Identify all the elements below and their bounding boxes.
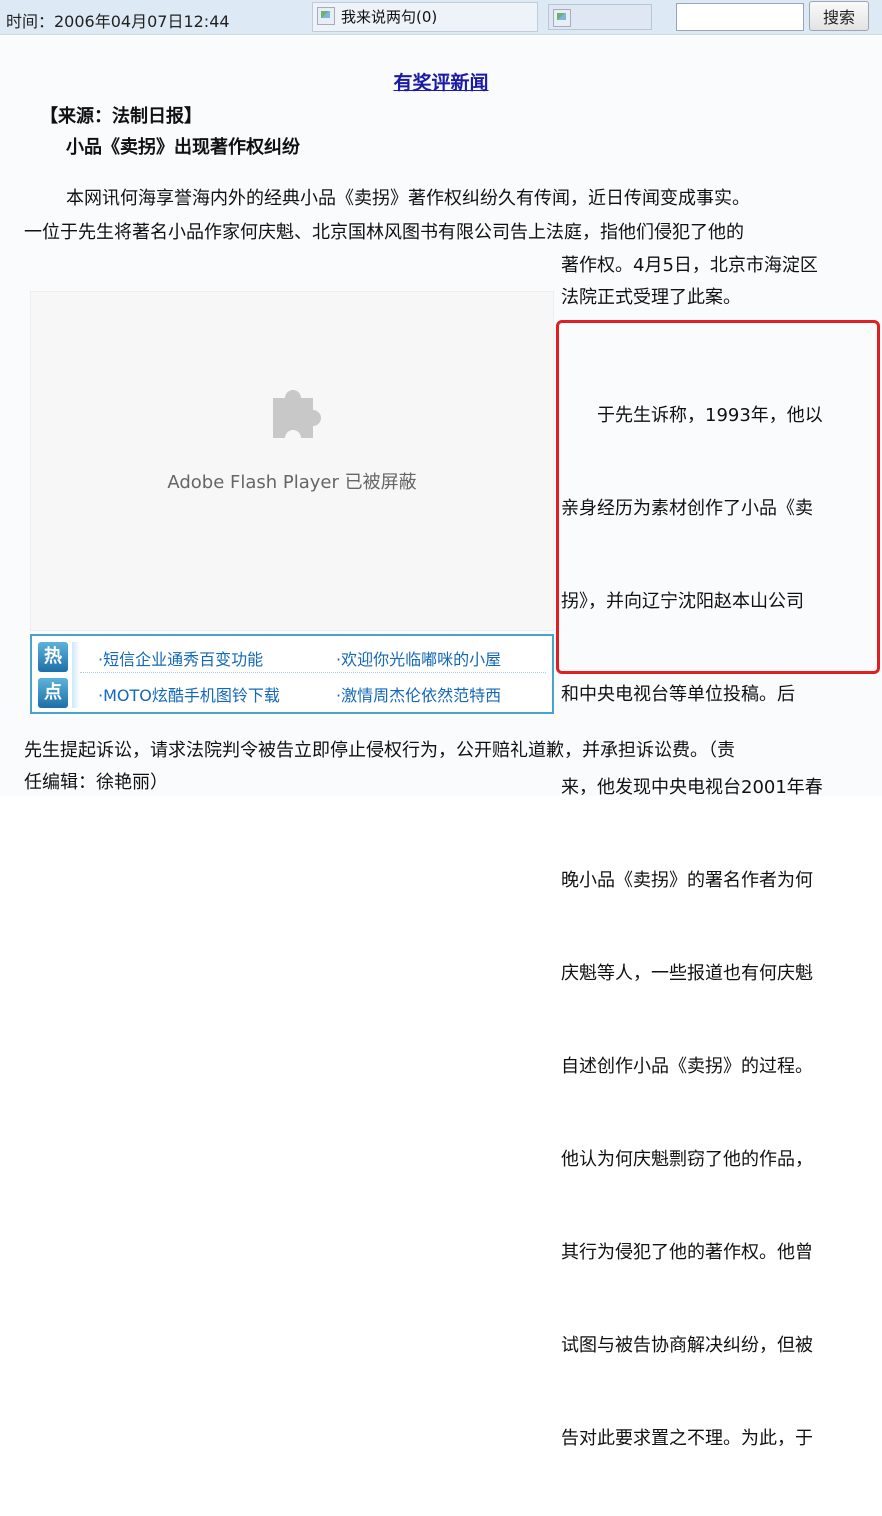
paragraph-line: 本网讯何海享誉海内外的经典小品《卖拐》著作权纠纷久有传闻，近日传闻变成事实。 (66, 188, 750, 209)
comment-link-label: 我来说两句(0) (341, 8, 438, 26)
point-badge: 点 (38, 678, 68, 708)
paragraph-line: 法院正式受理了此案。 (561, 287, 741, 308)
decorative-divider (72, 642, 80, 708)
search-input[interactable] (676, 3, 804, 31)
paragraph-line: 亲身经历为素材创作了小品《卖 (561, 498, 813, 519)
article-column: 于先生诉称，1993年，他以 亲身经历为素材创作了小品《卖 拐》，并向辽宁沈阳赵… (561, 338, 867, 1516)
hot-links-row: ·MOTO炫酷手机图铃下载 ·激情周杰伦依然范特西 (80, 676, 546, 708)
paragraph-line: 他认为何庆魁剽窃了他的作品， (561, 1149, 813, 1170)
hot-link[interactable]: ·欢迎你光临嘟咪的小屋 (336, 646, 501, 670)
paragraph-line: 著作权。4月5日，北京市海淀区 (561, 255, 818, 276)
hot-link[interactable]: ·MOTO炫酷手机图铃下载 (98, 682, 280, 706)
banner-image[interactable] (548, 4, 652, 30)
timestamp: 时间：2006年04月07日12:44 (6, 12, 230, 31)
article-column-top: 著作权。4月5日，北京市海淀区 法院正式受理了此案。 (561, 250, 867, 314)
top-bar: 时间：2006年04月07日12:44 我来说两句(0) 搜索 (0, 0, 882, 35)
paragraph-line: 一位于先生将著名小品作家何庆魁、北京国林风图书有限公司告上法庭，指他们侵犯了他的 (24, 222, 744, 243)
puzzle-piece-icon (273, 390, 321, 438)
flash-blocked-placeholder[interactable]: Adobe Flash Player 已被屏蔽 (30, 291, 554, 631)
hot-links-box: 热 点 ·短信企业通秀百变功能 ·欢迎你光临嘟咪的小屋 ·MOTO炫酷手机图铃下… (30, 634, 554, 714)
broken-image-icon (553, 9, 571, 27)
article-source: 【来源：法制日报】 (40, 106, 202, 127)
paragraph-line: 先生提起诉讼，请求法院判令被告立即停止侵权行为，公开赔礼道歉，并承担诉讼费。（责 (24, 740, 735, 761)
hot-link[interactable]: ·短信企业通秀百变功能 (98, 646, 263, 670)
comment-link[interactable]: 我来说两句(0) (312, 2, 538, 32)
paragraph-line: 告对此要求置之不理。为此，于 (561, 1428, 813, 1449)
award-comment-link[interactable]: 有奖评新闻 (0, 68, 882, 95)
paragraph-line: 拐》，并向辽宁沈阳赵本山公司 (561, 591, 804, 612)
hot-link[interactable]: ·激情周杰伦依然范特西 (336, 682, 501, 706)
hot-links-row: ·短信企业通秀百变功能 ·欢迎你光临嘟咪的小屋 (80, 640, 546, 673)
article-title: 小品《卖拐》出现著作权纠纷 (66, 137, 300, 158)
article-page: 有奖评新闻 【来源：法制日报】 小品《卖拐》出现著作权纠纷 本网讯何海享誉海内外… (0, 36, 882, 1449)
paragraph-line: 于先生诉称，1993年，他以 (561, 405, 823, 426)
broken-image-icon (317, 7, 335, 25)
paragraph-line: 庆魁等人，一些报道也有何庆魁 (561, 963, 813, 984)
flash-blocked-message: Adobe Flash Player 已被屏蔽 (167, 472, 417, 493)
paragraph-line: 晚小品《卖拐》的署名作者为何 (561, 870, 813, 891)
hot-badge: 热 (38, 642, 68, 672)
paragraph-line: 试图与被告协商解决纠纷，但被 (561, 1335, 813, 1356)
paragraph-line: 自述创作小品《卖拐》的过程。 (561, 1056, 813, 1077)
paragraph-line: 任编辑：徐艳丽） (24, 772, 168, 793)
paragraph-line: 和中央电视台等单位投稿。后 (561, 684, 795, 705)
paragraph-line: 其行为侵犯了他的著作权。他曾 (561, 1242, 813, 1263)
search-button[interactable]: 搜索 (809, 1, 869, 31)
